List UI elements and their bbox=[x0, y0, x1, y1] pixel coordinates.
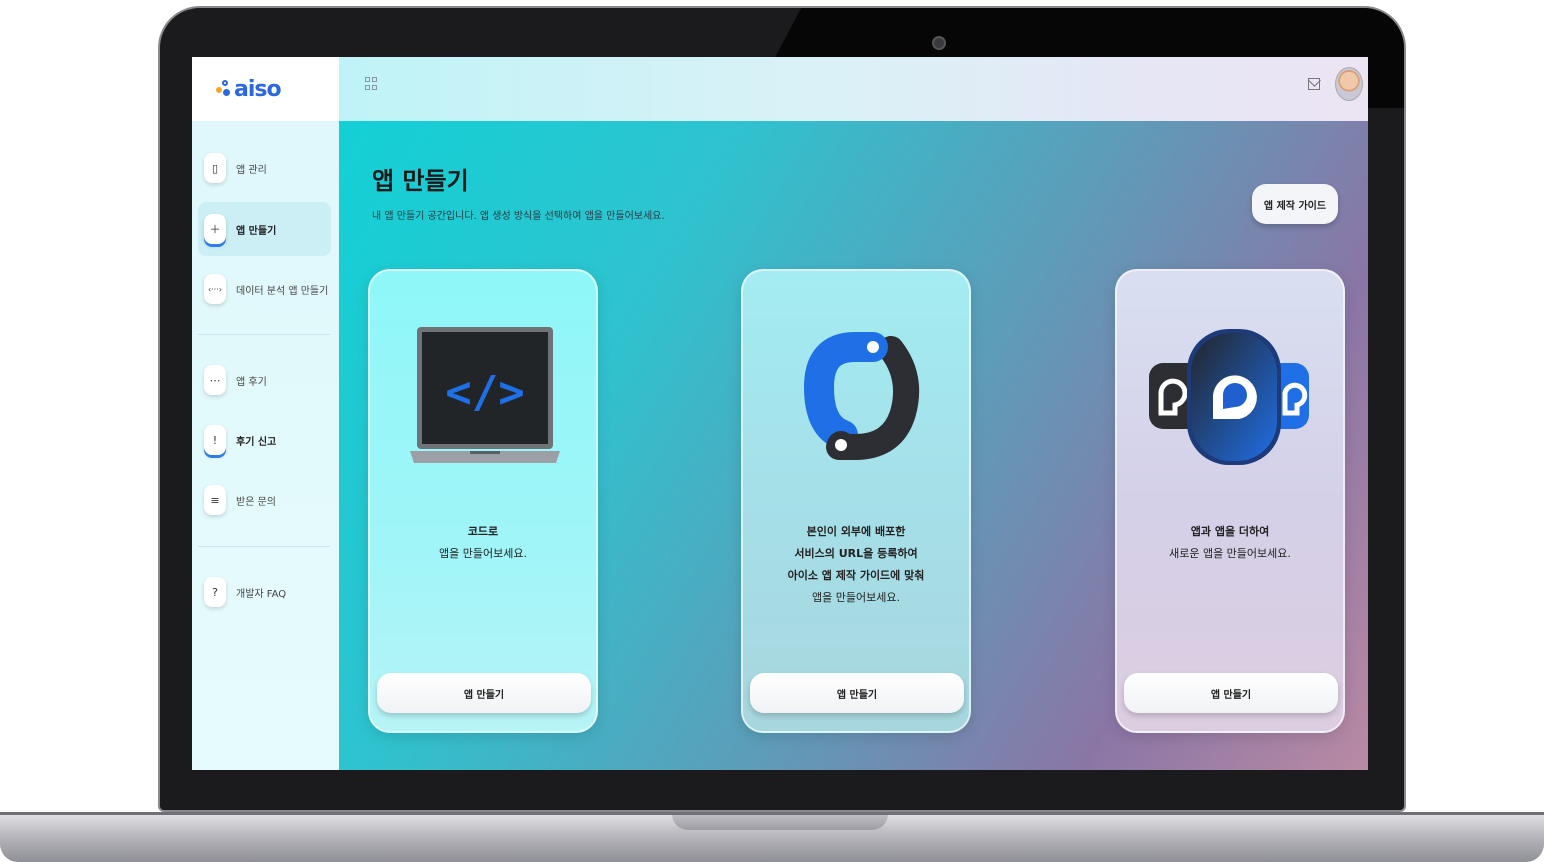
sidebar-item-report-reviews[interactable]: ! 후기 신고 bbox=[198, 413, 331, 467]
screen: aiso ▯ 앱 관리 ＋ 앱 만들기 ‹···› 데이터 분석 앱 만들기 ⋯… bbox=[192, 57, 1368, 770]
laptop-code-icon: </> bbox=[410, 327, 560, 463]
alert-icon: ! bbox=[204, 425, 226, 455]
top-bar bbox=[339, 57, 1368, 121]
card-description: 앱과 앱을 더하여 새로운 앱을 만들어보세요. bbox=[1117, 521, 1343, 565]
document-icon: ≡ bbox=[204, 485, 226, 515]
app-merge-icon bbox=[1149, 329, 1309, 465]
card-line: 본인이 외부에 배포한 bbox=[806, 525, 906, 538]
phone-vibrate-icon: ▯ bbox=[204, 153, 226, 183]
sidebar-item-inquiries[interactable]: ≡ 받은 문의 bbox=[198, 473, 331, 527]
create-card-url: 본인이 외부에 배포한 서비스의 URL을 등록하여 아이소 앱 제작 가이드에… bbox=[741, 269, 971, 733]
card-line: 코드로 bbox=[467, 525, 499, 538]
create-card-code: </> 코드로 앱을 만들어보세요. 앱 만들기 bbox=[368, 269, 598, 733]
page-description: 내 앱 만들기 공간입니다. 앱 생성 방식을 선택하여 앱을 만들어보세요. bbox=[372, 211, 665, 222]
avatar[interactable] bbox=[1335, 67, 1363, 101]
sidebar-item-app-reviews[interactable]: ⋯ 앱 후기 bbox=[198, 353, 331, 407]
sidebar: aiso ▯ 앱 관리 ＋ 앱 만들기 ‹···› 데이터 분석 앱 만들기 ⋯… bbox=[192, 57, 339, 770]
sidebar-item-app-management[interactable]: ▯ 앱 관리 bbox=[198, 141, 331, 195]
laptop-base bbox=[0, 812, 1544, 862]
mail-icon[interactable] bbox=[1308, 78, 1320, 90]
laptop-hinge bbox=[0, 812, 1544, 815]
main-content: 앱 만들기 내 앱 만들기 공간입니다. 앱 생성 방식을 선택하여 앱을 만들… bbox=[339, 57, 1368, 770]
sidebar-item-label: 데이터 분석 앱 만들기 bbox=[236, 285, 329, 297]
sidebar-item-label: 후기 신고 bbox=[236, 436, 277, 448]
sidebar-item-label: 앱 만들기 bbox=[236, 225, 277, 237]
sidebar-item-data-analysis-app[interactable]: ‹···› 데이터 분석 앱 만들기 bbox=[198, 262, 331, 316]
sidebar-divider bbox=[198, 546, 330, 547]
page-title: 앱 만들기 bbox=[372, 167, 469, 195]
link-pipe-icon bbox=[804, 332, 920, 460]
card-description: 본인이 외부에 배포한 서비스의 URL을 등록하여 아이소 앱 제작 가이드에… bbox=[743, 521, 969, 609]
card-description: 코드로 앱을 만들어보세요. bbox=[370, 521, 596, 565]
card-line: 아이소 앱 제작 가이드에 맞춰 bbox=[787, 569, 925, 582]
add-image-icon: ＋ bbox=[204, 214, 226, 244]
sidebar-item-create-app[interactable]: ＋ 앱 만들기 bbox=[198, 202, 331, 256]
app-logo[interactable]: aiso bbox=[192, 57, 339, 121]
create-app-button[interactable]: 앱 만들기 bbox=[377, 673, 591, 713]
app-guide-button[interactable]: 앱 제작 가이드 bbox=[1252, 184, 1338, 224]
code-arrows-icon: ‹···› bbox=[204, 274, 226, 304]
card-line: 앱을 만들어보세요. bbox=[439, 547, 527, 560]
create-card-merge: 앱과 앱을 더하여 새로운 앱을 만들어보세요. 앱 만들기 bbox=[1115, 269, 1345, 733]
camera-icon bbox=[932, 36, 946, 50]
sidebar-item-developer-faq[interactable]: ? 개발자 FAQ bbox=[198, 565, 331, 619]
logo-dots-icon bbox=[216, 80, 232, 98]
card-line: 새로운 앱을 만들어보세요. bbox=[1169, 547, 1291, 560]
grid-icon[interactable] bbox=[365, 77, 377, 91]
logo-text: aiso bbox=[234, 76, 282, 102]
create-app-button[interactable]: 앱 만들기 bbox=[1124, 673, 1338, 713]
card-line: 서비스의 URL을 등록하여 bbox=[794, 547, 918, 560]
create-app-button[interactable]: 앱 만들기 bbox=[750, 673, 964, 713]
chat-icon: ⋯ bbox=[204, 365, 226, 395]
card-line: 앱을 만들어보세요. bbox=[812, 591, 900, 604]
sidebar-item-label: 앱 후기 bbox=[236, 376, 267, 388]
svg-text:</>: </> bbox=[445, 367, 524, 418]
sidebar-item-label: 앱 관리 bbox=[236, 164, 267, 176]
sidebar-item-label: 개발자 FAQ bbox=[236, 588, 287, 600]
help-icon: ? bbox=[204, 577, 226, 607]
card-line: 앱과 앱을 더하여 bbox=[1190, 525, 1270, 538]
sidebar-item-label: 받은 문의 bbox=[236, 496, 276, 508]
sidebar-divider bbox=[198, 334, 330, 335]
